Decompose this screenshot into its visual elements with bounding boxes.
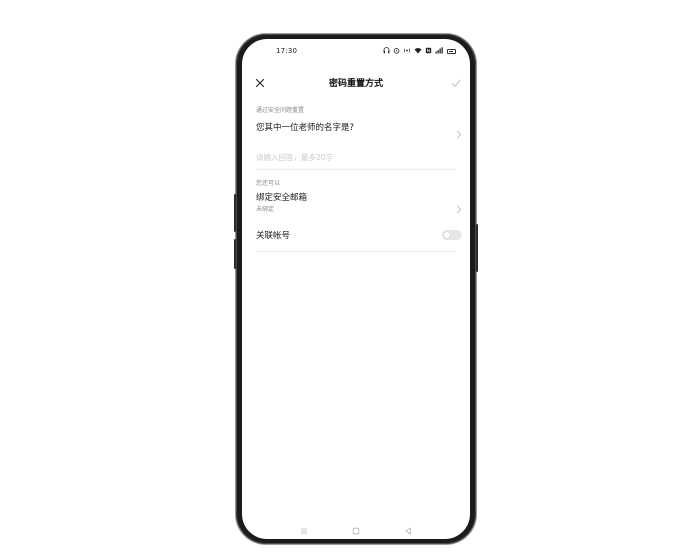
section-header-security-question: 通过安全问题重置 bbox=[256, 107, 305, 114]
status-icons bbox=[383, 47, 456, 56]
bind-email-status: 未绑定 bbox=[256, 206, 275, 213]
title-bar: 密码重置方式 bbox=[242, 69, 470, 93]
alarm-icon bbox=[393, 47, 400, 56]
stage: 17:30 密码重置方式 通过安全问题重置 您其中一位老师的名字是? 请输入回答… bbox=[0, 0, 686, 552]
volume-down-button[interactable] bbox=[234, 239, 236, 269]
chevron-right-icon bbox=[456, 124, 462, 139]
check-icon[interactable] bbox=[450, 74, 462, 87]
hotspot-icon bbox=[403, 47, 411, 56]
security-question-row[interactable]: 您其中一位老师的名字是? bbox=[256, 121, 462, 139]
headset-icon bbox=[383, 47, 390, 56]
linked-account-title: 关联帐号 bbox=[256, 231, 291, 241]
back-icon[interactable] bbox=[403, 521, 413, 535]
linked-account-row: 关联帐号 bbox=[256, 229, 462, 243]
bind-email-row[interactable]: 绑定安全邮箱 未绑定 bbox=[256, 191, 462, 217]
linked-account-toggle[interactable] bbox=[442, 230, 462, 240]
battery-icon bbox=[447, 49, 456, 54]
wifi-icon bbox=[414, 47, 422, 56]
phone-screen: 17:30 密码重置方式 通过安全问题重置 您其中一位老师的名字是? 请输入回答… bbox=[242, 39, 470, 539]
answer-input[interactable] bbox=[256, 149, 454, 165]
signal-icon bbox=[435, 47, 444, 56]
page-title: 密码重置方式 bbox=[328, 79, 383, 89]
toggle-knob bbox=[444, 232, 450, 238]
home-icon[interactable] bbox=[351, 521, 361, 535]
status-time: 17:30 bbox=[276, 47, 298, 55]
menu-icon[interactable] bbox=[299, 521, 309, 534]
phone-frame: 17:30 密码重置方式 通过安全问题重置 您其中一位老师的名字是? 请输入回答… bbox=[234, 34, 478, 544]
power-button[interactable] bbox=[476, 224, 478, 272]
bind-email-title: 绑定安全邮箱 bbox=[256, 193, 308, 203]
divider bbox=[256, 169, 456, 170]
nfc-icon bbox=[425, 47, 432, 56]
status-bar: 17:30 bbox=[242, 39, 470, 61]
chevron-right-icon bbox=[456, 199, 462, 214]
section-header-alternatives: 您还可以 bbox=[256, 180, 281, 187]
security-question-text: 您其中一位老师的名字是? bbox=[256, 123, 355, 133]
divider bbox=[256, 251, 456, 252]
volume-up-button[interactable] bbox=[234, 194, 236, 232]
navigation-bar bbox=[242, 513, 470, 539]
